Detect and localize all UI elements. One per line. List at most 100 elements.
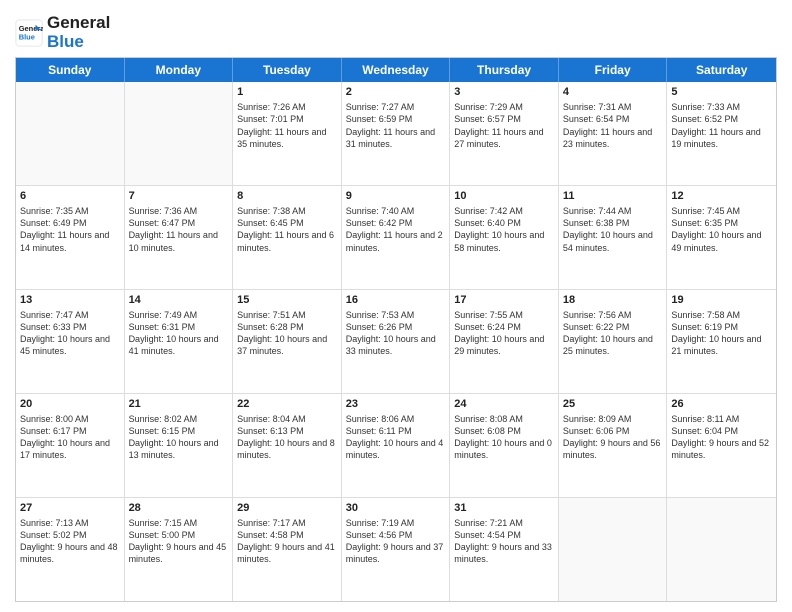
day-info: Sunrise: 7:17 AMSunset: 4:58 PMDaylight:… [237,517,337,566]
calendar-day-14: 14Sunrise: 7:49 AMSunset: 6:31 PMDayligh… [125,290,234,393]
calendar-day-29: 29Sunrise: 7:17 AMSunset: 4:58 PMDayligh… [233,498,342,601]
calendar-day-31: 31Sunrise: 7:21 AMSunset: 4:54 PMDayligh… [450,498,559,601]
day-info: Sunrise: 7:53 AMSunset: 6:26 PMDaylight:… [346,309,446,358]
logo-icon: General Blue [15,19,43,47]
calendar-day-24: 24Sunrise: 8:08 AMSunset: 6:08 PMDayligh… [450,394,559,497]
day-number: 11 [563,189,663,204]
calendar-day-1: 1Sunrise: 7:26 AMSunset: 7:01 PMDaylight… [233,82,342,185]
calendar-day-28: 28Sunrise: 7:15 AMSunset: 5:00 PMDayligh… [125,498,234,601]
day-info: Sunrise: 8:06 AMSunset: 6:11 PMDaylight:… [346,413,446,462]
day-number: 27 [20,501,120,516]
day-info: Sunrise: 8:02 AMSunset: 6:15 PMDaylight:… [129,413,229,462]
calendar-row: 27Sunrise: 7:13 AMSunset: 5:02 PMDayligh… [16,498,776,601]
calendar-day-6: 6Sunrise: 7:35 AMSunset: 6:49 PMDaylight… [16,186,125,289]
calendar-day-26: 26Sunrise: 8:11 AMSunset: 6:04 PMDayligh… [667,394,776,497]
calendar-day-3: 3Sunrise: 7:29 AMSunset: 6:57 PMDaylight… [450,82,559,185]
day-number: 2 [346,85,446,100]
day-number: 12 [671,189,772,204]
day-info: Sunrise: 7:13 AMSunset: 5:02 PMDaylight:… [20,517,120,566]
day-number: 23 [346,397,446,412]
day-info: Sunrise: 7:27 AMSunset: 6:59 PMDaylight:… [346,101,446,150]
weekday-header: Saturday [667,58,776,82]
day-info: Sunrise: 7:42 AMSunset: 6:40 PMDaylight:… [454,205,554,254]
day-number: 26 [671,397,772,412]
day-info: Sunrise: 7:21 AMSunset: 4:54 PMDaylight:… [454,517,554,566]
calendar-day-19: 19Sunrise: 7:58 AMSunset: 6:19 PMDayligh… [667,290,776,393]
day-number: 24 [454,397,554,412]
day-number: 3 [454,85,554,100]
calendar-row: 20Sunrise: 8:00 AMSunset: 6:17 PMDayligh… [16,394,776,498]
day-info: Sunrise: 7:49 AMSunset: 6:31 PMDaylight:… [129,309,229,358]
calendar-row: 6Sunrise: 7:35 AMSunset: 6:49 PMDaylight… [16,186,776,290]
calendar: SundayMondayTuesdayWednesdayThursdayFrid… [15,57,777,602]
calendar-empty-cell [559,498,668,601]
day-number: 17 [454,293,554,308]
day-info: Sunrise: 7:38 AMSunset: 6:45 PMDaylight:… [237,205,337,254]
calendar-day-30: 30Sunrise: 7:19 AMSunset: 4:56 PMDayligh… [342,498,451,601]
calendar-day-15: 15Sunrise: 7:51 AMSunset: 6:28 PMDayligh… [233,290,342,393]
weekday-header: Friday [559,58,668,82]
day-info: Sunrise: 7:56 AMSunset: 6:22 PMDaylight:… [563,309,663,358]
day-info: Sunrise: 7:58 AMSunset: 6:19 PMDaylight:… [671,309,772,358]
day-info: Sunrise: 7:45 AMSunset: 6:35 PMDaylight:… [671,205,772,254]
day-number: 19 [671,293,772,308]
calendar-row: 1Sunrise: 7:26 AMSunset: 7:01 PMDaylight… [16,82,776,186]
calendar-day-25: 25Sunrise: 8:09 AMSunset: 6:06 PMDayligh… [559,394,668,497]
day-info: Sunrise: 7:47 AMSunset: 6:33 PMDaylight:… [20,309,120,358]
calendar-day-8: 8Sunrise: 7:38 AMSunset: 6:45 PMDaylight… [233,186,342,289]
day-info: Sunrise: 8:11 AMSunset: 6:04 PMDaylight:… [671,413,772,462]
logo-text: GeneralBlue [47,14,110,51]
calendar-empty-cell [16,82,125,185]
calendar-day-16: 16Sunrise: 7:53 AMSunset: 6:26 PMDayligh… [342,290,451,393]
day-info: Sunrise: 7:55 AMSunset: 6:24 PMDaylight:… [454,309,554,358]
calendar-body: 1Sunrise: 7:26 AMSunset: 7:01 PMDaylight… [16,82,776,601]
day-number: 20 [20,397,120,412]
calendar-day-20: 20Sunrise: 8:00 AMSunset: 6:17 PMDayligh… [16,394,125,497]
day-info: Sunrise: 8:04 AMSunset: 6:13 PMDaylight:… [237,413,337,462]
day-number: 15 [237,293,337,308]
day-info: Sunrise: 7:35 AMSunset: 6:49 PMDaylight:… [20,205,120,254]
svg-text:Blue: Blue [19,32,35,41]
day-number: 14 [129,293,229,308]
day-number: 30 [346,501,446,516]
weekday-header: Wednesday [342,58,451,82]
day-info: Sunrise: 8:09 AMSunset: 6:06 PMDaylight:… [563,413,663,462]
day-number: 21 [129,397,229,412]
calendar-day-5: 5Sunrise: 7:33 AMSunset: 6:52 PMDaylight… [667,82,776,185]
day-number: 10 [454,189,554,204]
calendar-day-2: 2Sunrise: 7:27 AMSunset: 6:59 PMDaylight… [342,82,451,185]
day-info: Sunrise: 7:36 AMSunset: 6:47 PMDaylight:… [129,205,229,254]
day-info: Sunrise: 7:29 AMSunset: 6:57 PMDaylight:… [454,101,554,150]
day-number: 16 [346,293,446,308]
calendar-day-22: 22Sunrise: 8:04 AMSunset: 6:13 PMDayligh… [233,394,342,497]
calendar-day-4: 4Sunrise: 7:31 AMSunset: 6:54 PMDaylight… [559,82,668,185]
calendar-day-10: 10Sunrise: 7:42 AMSunset: 6:40 PMDayligh… [450,186,559,289]
day-info: Sunrise: 7:15 AMSunset: 5:00 PMDaylight:… [129,517,229,566]
logo: General Blue GeneralBlue [15,10,110,51]
day-number: 5 [671,85,772,100]
calendar-day-27: 27Sunrise: 7:13 AMSunset: 5:02 PMDayligh… [16,498,125,601]
day-info: Sunrise: 7:31 AMSunset: 6:54 PMDaylight:… [563,101,663,150]
day-info: Sunrise: 7:51 AMSunset: 6:28 PMDaylight:… [237,309,337,358]
calendar-day-7: 7Sunrise: 7:36 AMSunset: 6:47 PMDaylight… [125,186,234,289]
day-number: 29 [237,501,337,516]
day-number: 13 [20,293,120,308]
calendar-day-17: 17Sunrise: 7:55 AMSunset: 6:24 PMDayligh… [450,290,559,393]
calendar-day-12: 12Sunrise: 7:45 AMSunset: 6:35 PMDayligh… [667,186,776,289]
page: General Blue GeneralBlue SundayMondayTue… [0,0,792,612]
day-info: Sunrise: 7:26 AMSunset: 7:01 PMDaylight:… [237,101,337,150]
weekday-header: Monday [125,58,234,82]
calendar-day-13: 13Sunrise: 7:47 AMSunset: 6:33 PMDayligh… [16,290,125,393]
day-number: 22 [237,397,337,412]
calendar-day-11: 11Sunrise: 7:44 AMSunset: 6:38 PMDayligh… [559,186,668,289]
day-number: 31 [454,501,554,516]
calendar-row: 13Sunrise: 7:47 AMSunset: 6:33 PMDayligh… [16,290,776,394]
day-number: 4 [563,85,663,100]
day-number: 18 [563,293,663,308]
day-info: Sunrise: 7:40 AMSunset: 6:42 PMDaylight:… [346,205,446,254]
day-number: 25 [563,397,663,412]
calendar-empty-cell [667,498,776,601]
calendar-day-23: 23Sunrise: 8:06 AMSunset: 6:11 PMDayligh… [342,394,451,497]
calendar-empty-cell [125,82,234,185]
day-info: Sunrise: 7:44 AMSunset: 6:38 PMDaylight:… [563,205,663,254]
